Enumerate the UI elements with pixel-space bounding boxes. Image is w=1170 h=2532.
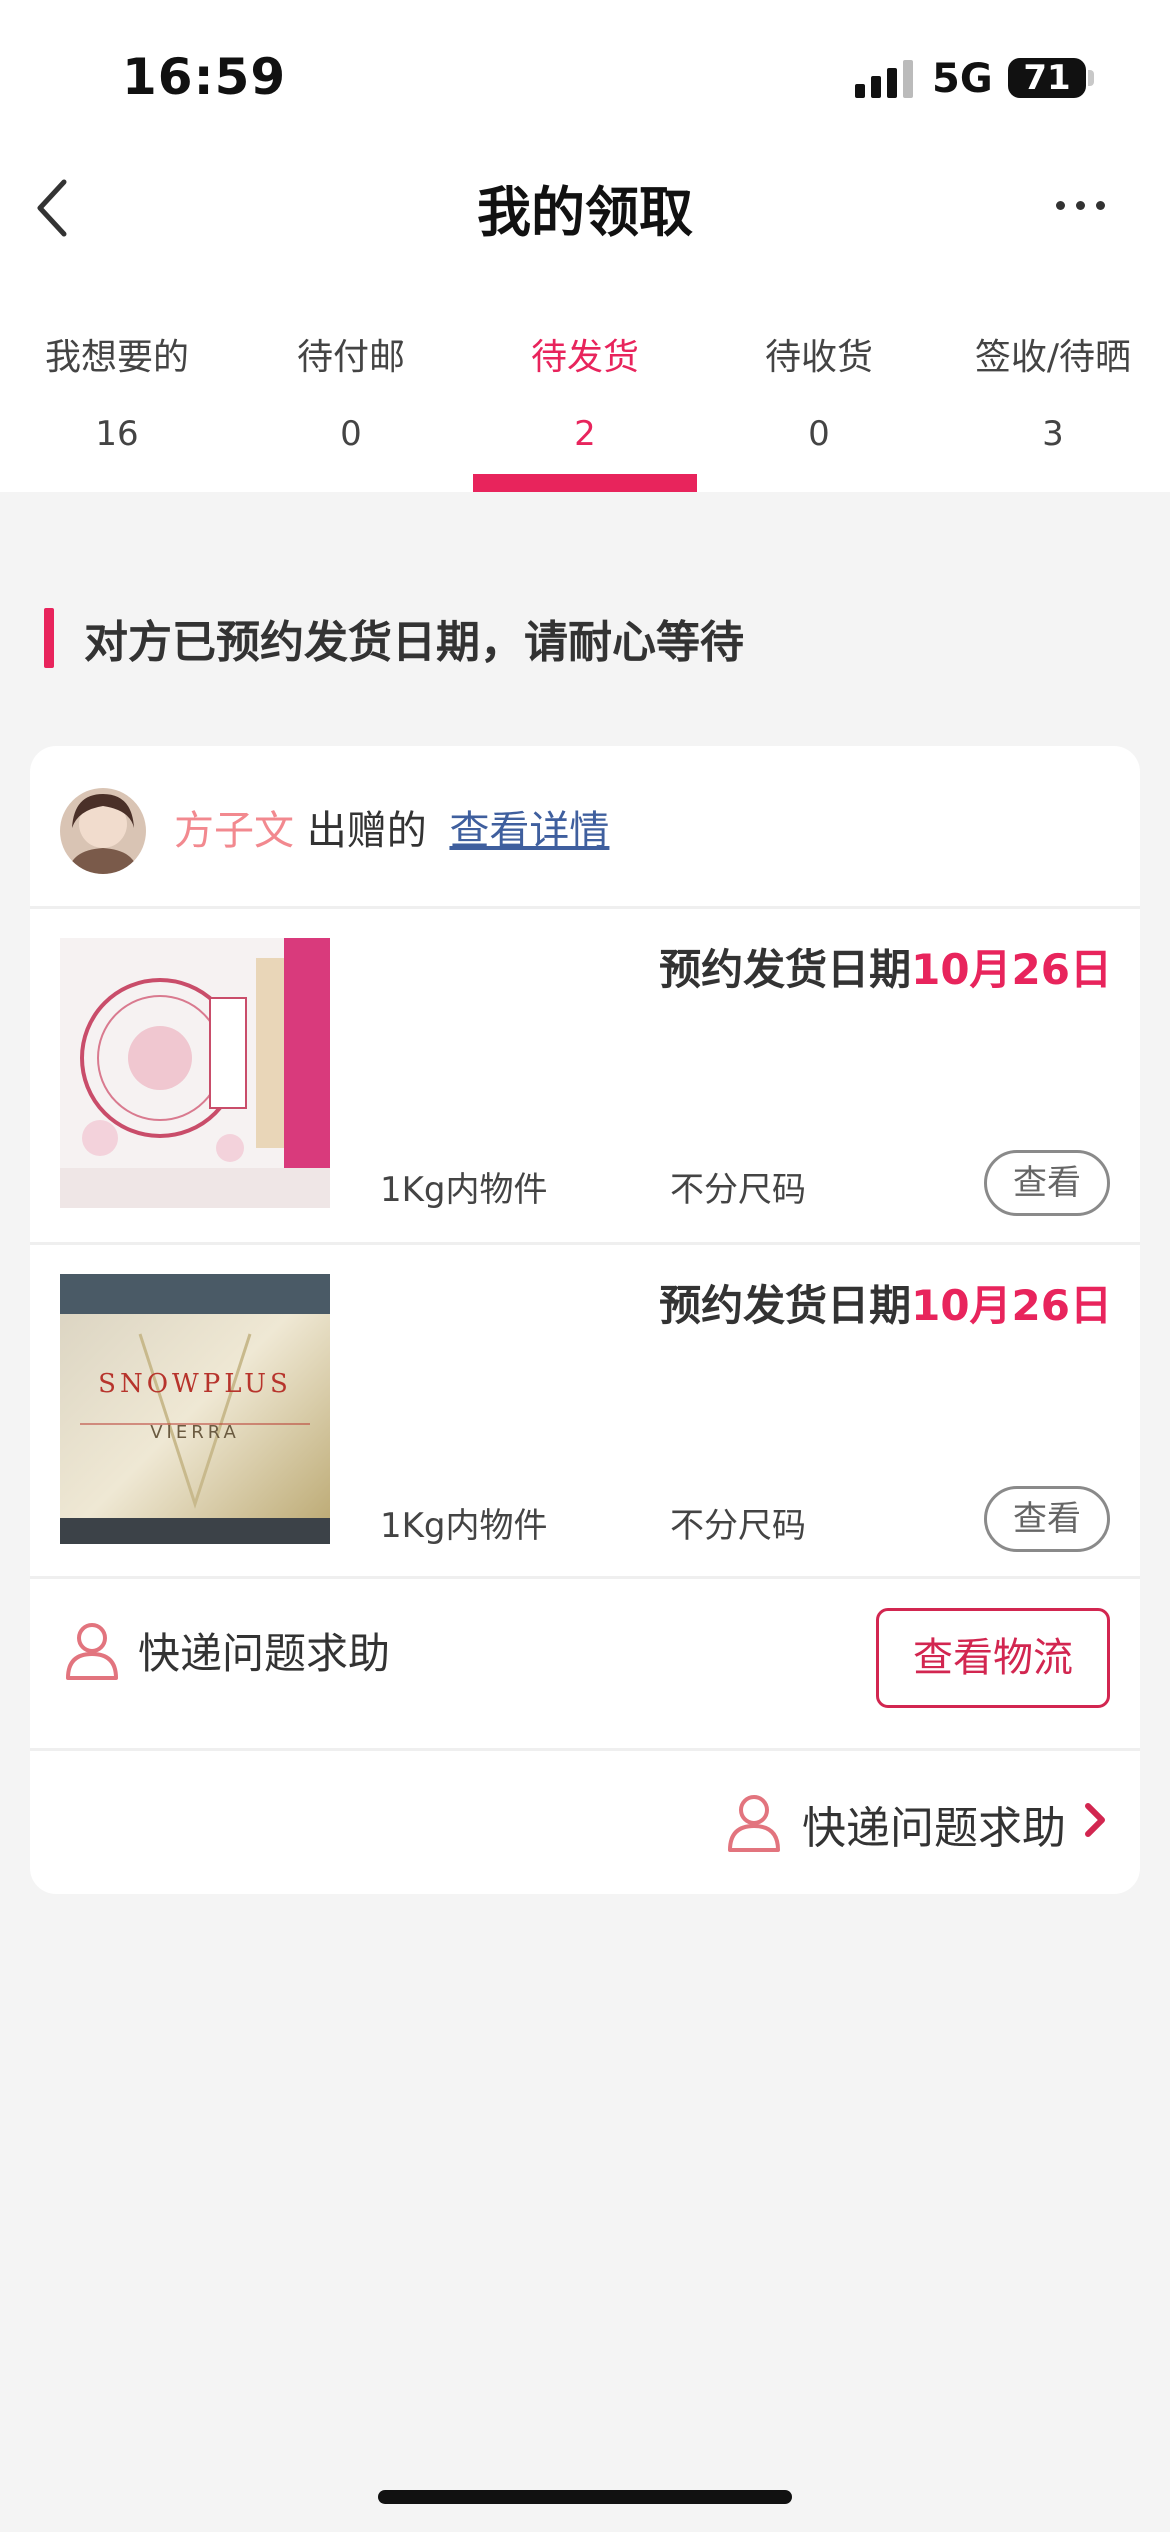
courier-help-footer[interactable]: 快递问题求助 (30, 1750, 1140, 1894)
product-thumbnail[interactable] (60, 938, 330, 1208)
status-time: 16:59 (122, 48, 287, 106)
gift-item[interactable]: SNOWPLUS VIERRA 预约发货日期10月26日 1Kg内物件 不分尺码… (30, 1244, 1140, 1578)
item-weight: 1Kg内物件 (380, 1506, 548, 1546)
tab-count: 0 (808, 414, 830, 454)
more-options-button[interactable] (1050, 190, 1110, 220)
tab-label: 签收/待晒 (974, 337, 1132, 378)
avatar-image (60, 788, 146, 874)
view-button[interactable]: 查看 (984, 1150, 1110, 1216)
notice-heading: 对方已预约发货日期，请耐心等待 (84, 617, 744, 668)
tab-signed-showcase[interactable]: 签收/待晒 3 (936, 318, 1170, 492)
product-thumbnail[interactable]: SNOWPLUS VIERRA (60, 1274, 330, 1544)
notice-accent-bar (44, 608, 54, 668)
courier-help-footer-label: 快递问题求助 (802, 1803, 1066, 1854)
giver-name[interactable]: 方子文 (174, 808, 294, 854)
tab-pending-postage[interactable]: 待付邮 0 (234, 318, 468, 492)
dot-icon (1096, 201, 1105, 210)
tab-count: 2 (574, 414, 596, 454)
scheduled-ship-date: 预约发货日期10月26日 (659, 936, 1112, 997)
tab-wanted[interactable]: 我想要的 16 (0, 318, 234, 492)
battery-tip (1088, 70, 1094, 86)
signal-icon (855, 60, 915, 98)
product-box-gold-image: SNOWPLUS VIERRA (60, 1274, 330, 1544)
person-icon[interactable] (64, 1620, 120, 1680)
avatar[interactable] (60, 788, 146, 874)
network-type: 5G (932, 56, 993, 102)
courier-help-row: 快递问题求助 查看物流 (30, 1578, 1140, 1748)
chevron-right-icon (1082, 1800, 1108, 1840)
home-indicator[interactable] (378, 2490, 792, 2504)
tab-count: 3 (1042, 414, 1064, 454)
giver-line: 方子文 出赠的 查看详情 (174, 798, 609, 856)
item-size: 不分尺码 (670, 1170, 806, 1210)
ship-date-value: 10月26日 (911, 945, 1112, 994)
active-tab-indicator (473, 474, 697, 492)
page-title: 我的领取 (477, 181, 693, 244)
scheduled-ship-date: 预约发货日期10月26日 (659, 1272, 1112, 1333)
tab-pending-receipt[interactable]: 待收货 0 (702, 318, 936, 492)
view-button[interactable]: 查看 (984, 1486, 1110, 1552)
courier-help-link[interactable]: 快递问题求助 (138, 1620, 390, 1681)
giver-suffix: 出赠的 (306, 808, 427, 854)
battery-icon: 71 (1008, 58, 1086, 98)
tab-count: 16 (95, 414, 139, 454)
status-tabs: 我想要的 16 待付邮 0 待发货 2 待收货 0 签收/待晒 3 (0, 318, 1170, 492)
item-weight: 1Kg内物件 (380, 1170, 548, 1210)
ship-date-label: 预约发货日期 (659, 1281, 912, 1330)
header-area: 16:59 5G 71 我的领取 我想要的 16 待付邮 0 待发货 2 待收货… (0, 0, 1170, 492)
view-details-link[interactable]: 查看详情 (449, 808, 609, 854)
dot-icon (1076, 201, 1085, 210)
tab-label: 待发货 (530, 337, 639, 378)
tab-count: 0 (340, 414, 362, 454)
tab-label: 待付邮 (296, 337, 405, 378)
tab-label: 待收货 (764, 337, 873, 378)
product-box-floral-image (60, 938, 330, 1208)
tab-pending-shipment[interactable]: 待发货 2 (468, 318, 702, 492)
thumb-brand: SNOWPLUS (98, 1369, 292, 1399)
gift-item[interactable]: 预约发货日期10月26日 1Kg内物件 不分尺码 查看 (30, 908, 1140, 1242)
thumb-sub: VIERRA (150, 1422, 240, 1443)
dot-icon (1056, 201, 1065, 210)
ship-date-value: 10月26日 (911, 1281, 1112, 1330)
view-logistics-button[interactable]: 查看物流 (876, 1608, 1110, 1708)
person-icon (726, 1792, 782, 1852)
tab-label: 我想要的 (44, 337, 189, 378)
gift-card: 方子文 出赠的 查看详情 预约发货日期10月26日 1Kg内物件 不分尺码 查看… (30, 746, 1140, 1894)
item-size: 不分尺码 (670, 1506, 806, 1546)
ship-date-label: 预约发货日期 (659, 945, 912, 994)
